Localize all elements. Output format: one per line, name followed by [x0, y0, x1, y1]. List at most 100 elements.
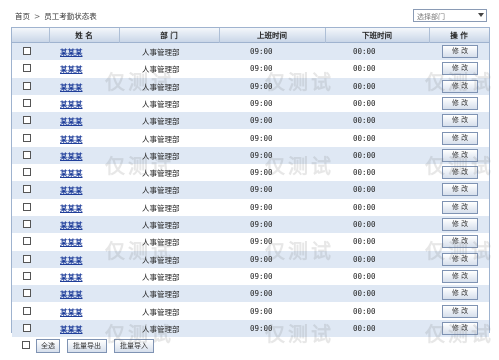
- checkout-time-cell: 00:00: [353, 185, 376, 195]
- employee-name-link[interactable]: 某某某: [60, 237, 83, 248]
- department-select[interactable]: 选择部门: [413, 9, 487, 22]
- department-cell: 人事管理部: [142, 290, 180, 300]
- row-checkbox[interactable]: [23, 323, 31, 332]
- employee-name-link[interactable]: 某某某: [60, 116, 83, 127]
- row-checkbox[interactable]: [23, 47, 31, 55]
- edit-button[interactable]: 修 改: [442, 131, 478, 145]
- table-row: 某某某 人事管理部 09:00 00:00 修 改: [12, 302, 489, 320]
- breadcrumb: 首页 > 员工考勤状态表: [15, 11, 97, 22]
- department-cell: 人事管理部: [142, 186, 180, 196]
- edit-button[interactable]: 修 改: [442, 200, 478, 214]
- employee-name-link[interactable]: 某某某: [60, 47, 83, 58]
- edit-button[interactable]: 修 改: [442, 45, 478, 58]
- breadcrumb-home[interactable]: 首页: [15, 11, 30, 22]
- edit-button[interactable]: 修 改: [442, 304, 478, 318]
- select-all-button[interactable]: 全选: [36, 339, 60, 353]
- row-checkbox[interactable]: [23, 202, 31, 211]
- header-checkbox-col: [12, 28, 49, 43]
- department-cell: 人事管理部: [142, 65, 180, 75]
- table-row: 某某某 人事管理部 09:00 00:00 修 改: [12, 60, 489, 78]
- employee-name-link[interactable]: 某某某: [60, 220, 83, 231]
- checkin-time-cell: 09:00: [250, 306, 273, 316]
- edit-button[interactable]: 修 改: [442, 252, 478, 266]
- employee-name-link[interactable]: 某某某: [60, 272, 83, 283]
- table-header: 姓 名 部 门 上班时间 下班时间 操 作: [12, 28, 489, 43]
- edit-button[interactable]: 修 改: [442, 235, 478, 249]
- department-cell: 人事管理部: [142, 99, 180, 109]
- row-checkbox[interactable]: [23, 98, 31, 107]
- row-checkbox[interactable]: [23, 116, 31, 125]
- checkin-time-cell: 09:00: [250, 254, 273, 264]
- header-name: 姓 名: [75, 31, 93, 40]
- table-row: 某某某 人事管理部 09:00 00:00 修 改: [12, 43, 489, 61]
- batch-export-button[interactable]: 批量导出: [67, 339, 107, 353]
- select-all-checkbox[interactable]: [22, 341, 30, 349]
- checkout-time-cell: 00:00: [353, 133, 376, 143]
- edit-button[interactable]: 修 改: [442, 114, 478, 128]
- checkout-time-cell: 00:00: [353, 98, 376, 108]
- edit-button[interactable]: 修 改: [442, 96, 478, 110]
- edit-button[interactable]: 修 改: [442, 166, 478, 180]
- checkout-time-cell: 00:00: [353, 81, 376, 91]
- row-checkbox[interactable]: [23, 289, 31, 298]
- header-action: 操 作: [450, 31, 468, 40]
- row-checkbox[interactable]: [23, 81, 31, 90]
- employee-name-link[interactable]: 某某某: [60, 307, 83, 318]
- row-checkbox[interactable]: [23, 150, 31, 159]
- checkout-time-cell: 00:00: [353, 150, 376, 160]
- row-checkbox[interactable]: [23, 306, 31, 315]
- edit-button[interactable]: 修 改: [442, 79, 478, 93]
- header-checkin: 上班时间: [257, 31, 287, 40]
- employee-name-link[interactable]: 某某某: [60, 99, 83, 110]
- edit-button[interactable]: 修 改: [442, 218, 478, 231]
- table-row: 某某某 人事管理部 09:00 00:00 修 改: [12, 250, 489, 268]
- edit-button[interactable]: 修 改: [442, 287, 478, 301]
- employee-name-link[interactable]: 某某某: [60, 64, 83, 75]
- table-row: 某某某 人事管理部 09:00 00:00 修 改: [12, 164, 489, 182]
- row-checkbox[interactable]: [23, 220, 31, 228]
- row-checkbox[interactable]: [23, 168, 31, 177]
- edit-button[interactable]: 修 改: [442, 62, 478, 76]
- department-cell: 人事管理部: [142, 48, 180, 57]
- employee-name-link[interactable]: 某某某: [60, 82, 83, 93]
- employee-name-link[interactable]: 某某某: [60, 168, 83, 179]
- checkin-time-cell: 09:00: [250, 323, 273, 333]
- edit-button[interactable]: 修 改: [442, 183, 478, 197]
- batch-import-button[interactable]: 批量导入: [114, 339, 154, 353]
- row-checkbox[interactable]: [23, 271, 31, 280]
- row-checkbox[interactable]: [23, 133, 31, 142]
- row-checkbox[interactable]: [23, 237, 31, 246]
- table-row: 某某某 人事管理部 09:00 00:00 修 改: [12, 77, 489, 95]
- row-checkbox[interactable]: [23, 185, 31, 194]
- checkin-time-cell: 09:00: [250, 202, 273, 212]
- checkout-time-cell: 00:00: [353, 220, 376, 229]
- employee-name-link[interactable]: 某某某: [60, 151, 83, 162]
- checkout-time-cell: 00:00: [353, 323, 376, 333]
- checkin-time-cell: 09:00: [250, 168, 273, 178]
- row-checkbox[interactable]: [23, 254, 31, 263]
- employee-name-link[interactable]: 某某某: [60, 134, 83, 145]
- checkout-time-cell: 00:00: [353, 237, 376, 247]
- checkin-time-cell: 09:00: [250, 64, 273, 74]
- department-cell: 人事管理部: [142, 272, 180, 282]
- checkin-time-cell: 09:00: [250, 220, 273, 229]
- checkin-time-cell: 09:00: [250, 116, 273, 126]
- employee-name-link[interactable]: 某某某: [60, 289, 83, 300]
- checkin-time-cell: 09:00: [250, 133, 273, 143]
- row-checkbox[interactable]: [23, 64, 31, 73]
- table-row: 某某某 人事管理部 09:00 00:00 修 改: [12, 94, 489, 113]
- employee-name-link[interactable]: 某某某: [60, 255, 83, 266]
- table-row: 某某某 人事管理部 09:00 00:00 修 改: [12, 216, 489, 234]
- department-select-value: 选择部门: [417, 13, 445, 21]
- edit-button[interactable]: 修 改: [442, 148, 478, 162]
- employee-name-link[interactable]: 某某某: [60, 185, 83, 196]
- checkin-time-cell: 09:00: [250, 289, 273, 299]
- edit-button[interactable]: 修 改: [442, 269, 478, 283]
- checkin-time-cell: 09:00: [250, 47, 273, 56]
- checkout-time-cell: 00:00: [353, 254, 376, 264]
- chevron-down-icon: [478, 13, 484, 17]
- checkout-time-cell: 00:00: [353, 47, 376, 56]
- checkin-time-cell: 09:00: [250, 98, 273, 108]
- employee-name-link[interactable]: 某某某: [60, 203, 83, 214]
- checkout-time-cell: 00:00: [353, 289, 376, 299]
